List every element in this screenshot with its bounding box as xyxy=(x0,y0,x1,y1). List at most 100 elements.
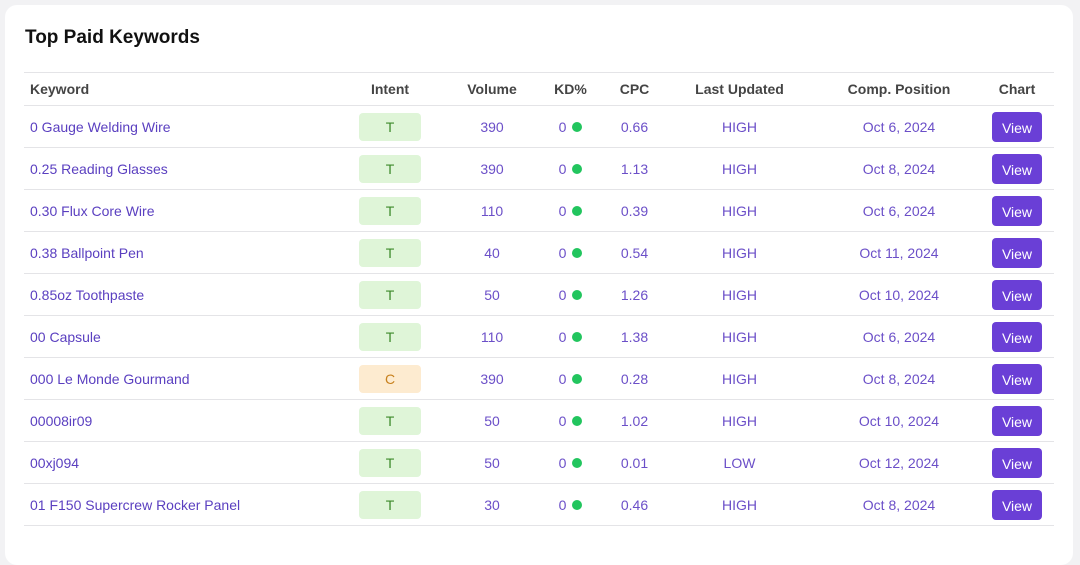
chart-cell: View xyxy=(980,231,1054,274)
volume-cell: 110 xyxy=(451,315,533,358)
kd-cell: 0 xyxy=(533,357,608,400)
keyword-link[interactable]: 0 Gauge Welding Wire xyxy=(24,105,329,148)
chart-cell: View xyxy=(980,105,1054,148)
comp-position-cell: Oct 8, 2024 xyxy=(818,147,980,190)
header-kd[interactable]: KD% xyxy=(533,72,608,106)
kd-value: 0 xyxy=(558,328,567,345)
intent-badge: T xyxy=(359,154,421,183)
intent-cell: T xyxy=(329,105,451,148)
intent-cell: T xyxy=(329,315,451,358)
kd-cell: 0 xyxy=(533,483,608,526)
last-updated-cell: HIGH xyxy=(661,231,818,274)
cpc-cell: 0.28 xyxy=(608,357,661,400)
view-chart-button[interactable]: View xyxy=(992,363,1042,394)
intent-cell: T xyxy=(329,483,451,526)
intent-cell: T xyxy=(329,399,451,442)
cpc-cell: 0.46 xyxy=(608,483,661,526)
table-row: 0 Gauge Welding Wire T 390 0 0.66 HIGH Oct 6, … xyxy=(24,105,1054,148)
volume-cell: 50 xyxy=(451,441,533,484)
intent-badge: T xyxy=(359,112,421,141)
cpc-cell: 0.54 xyxy=(608,231,661,274)
keyword-link[interactable]: 00 Capsule xyxy=(24,315,329,358)
header-last-updated[interactable]: Last Updated xyxy=(661,72,818,106)
kd-value: 0 xyxy=(558,286,567,303)
last-updated-cell: HIGH xyxy=(661,315,818,358)
table-row: 00008ir09 T 50 0 1.02 HIGH Oct 10, 2024 View xyxy=(24,399,1054,442)
kd-status-dot-icon xyxy=(572,205,583,216)
kd-value: 0 xyxy=(558,412,567,429)
view-chart-button[interactable]: View xyxy=(992,405,1042,436)
chart-cell: View xyxy=(980,315,1054,358)
intent-cell: T xyxy=(329,441,451,484)
last-updated-cell: HIGH xyxy=(661,147,818,190)
kd-value: 0 xyxy=(558,496,567,513)
table-row: 0.85oz Toothpaste T 50 0 1.26 HIGH Oct 10, 202… xyxy=(24,273,1054,316)
intent-badge: T xyxy=(359,196,421,225)
last-updated-cell: HIGH xyxy=(661,399,818,442)
keyword-link[interactable]: 0.30 Flux Core Wire xyxy=(24,189,329,232)
kd-cell: 0 xyxy=(533,273,608,316)
header-keyword[interactable]: Keyword xyxy=(24,72,329,106)
chart-cell: View xyxy=(980,189,1054,232)
kd-status-dot-icon xyxy=(572,373,583,384)
comp-position-cell: Oct 6, 2024 xyxy=(818,105,980,148)
view-chart-button[interactable]: View xyxy=(992,279,1042,310)
kd-value: 0 xyxy=(558,118,567,135)
kd-cell: 0 xyxy=(533,231,608,274)
last-updated-cell: HIGH xyxy=(661,105,818,148)
volume-cell: 110 xyxy=(451,189,533,232)
intent-cell: T xyxy=(329,189,451,232)
keyword-link[interactable]: 01 F150 Supercrew Rocker Panel xyxy=(24,483,329,526)
kd-status-dot-icon xyxy=(572,499,583,510)
comp-position-cell: Oct 10, 2024 xyxy=(818,273,980,316)
header-intent[interactable]: Intent xyxy=(329,72,451,106)
view-chart-button[interactable]: View xyxy=(992,321,1042,352)
last-updated-cell: HIGH xyxy=(661,483,818,526)
view-chart-button[interactable]: View xyxy=(992,195,1042,226)
chart-cell: View xyxy=(980,483,1054,526)
view-chart-button[interactable]: View xyxy=(992,237,1042,268)
comp-position-cell: Oct 11, 2024 xyxy=(818,231,980,274)
kd-status-dot-icon xyxy=(572,457,583,468)
view-chart-button[interactable]: View xyxy=(992,489,1042,520)
comp-position-cell: Oct 6, 2024 xyxy=(818,315,980,358)
kd-value: 0 xyxy=(558,202,567,219)
intent-cell: C xyxy=(329,357,451,400)
header-comp-position[interactable]: Comp. Position xyxy=(818,72,980,106)
kd-value: 0 xyxy=(558,160,567,177)
cpc-cell: 1.13 xyxy=(608,147,661,190)
cpc-cell: 0.39 xyxy=(608,189,661,232)
table-row: 01 F150 Supercrew Rocker Panel T 30 0 0.46 HI… xyxy=(24,483,1054,526)
keyword-link[interactable]: 0.25 Reading Glasses xyxy=(24,147,329,190)
intent-cell: T xyxy=(329,231,451,274)
kd-status-dot-icon xyxy=(572,247,583,258)
table-row: 0.25 Reading Glasses T 390 0 1.13 HIGH Oct 8, … xyxy=(24,147,1054,190)
kd-cell: 0 xyxy=(533,441,608,484)
card-title: Top Paid Keywords xyxy=(25,27,200,48)
table-row: 00 Capsule T 110 0 1.38 HIGH Oct 6, 2024 View xyxy=(24,315,1054,358)
keyword-link[interactable]: 0.38 Ballpoint Pen xyxy=(24,231,329,274)
keyword-link[interactable]: 00xj094 xyxy=(24,441,329,484)
chart-cell: View xyxy=(980,147,1054,190)
keyword-link[interactable]: 00008ir09 xyxy=(24,399,329,442)
kd-cell: 0 xyxy=(533,189,608,232)
last-updated-cell: HIGH xyxy=(661,189,818,232)
keyword-link[interactable]: 0.85oz Toothpaste xyxy=(24,273,329,316)
cpc-cell: 0.01 xyxy=(608,441,661,484)
cpc-cell: 1.38 xyxy=(608,315,661,358)
view-chart-button[interactable]: View xyxy=(992,447,1042,478)
header-cpc[interactable]: CPC xyxy=(608,72,661,106)
cpc-cell: 0.66 xyxy=(608,105,661,148)
table-row: 000 Le Monde Gourmand C 390 0 0.28 HIGH Oct 8,… xyxy=(24,357,1054,400)
chart-cell: View xyxy=(980,273,1054,316)
intent-badge: T xyxy=(359,238,421,267)
comp-position-cell: Oct 12, 2024 xyxy=(818,441,980,484)
view-chart-button[interactable]: View xyxy=(992,111,1042,142)
last-updated-cell: HIGH xyxy=(661,357,818,400)
intent-badge: T xyxy=(359,406,421,435)
chart-cell: View xyxy=(980,357,1054,400)
header-volume[interactable]: Volume xyxy=(451,72,533,106)
keyword-link[interactable]: 000 Le Monde Gourmand xyxy=(24,357,329,400)
view-chart-button[interactable]: View xyxy=(992,153,1042,184)
last-updated-cell: HIGH xyxy=(661,273,818,316)
